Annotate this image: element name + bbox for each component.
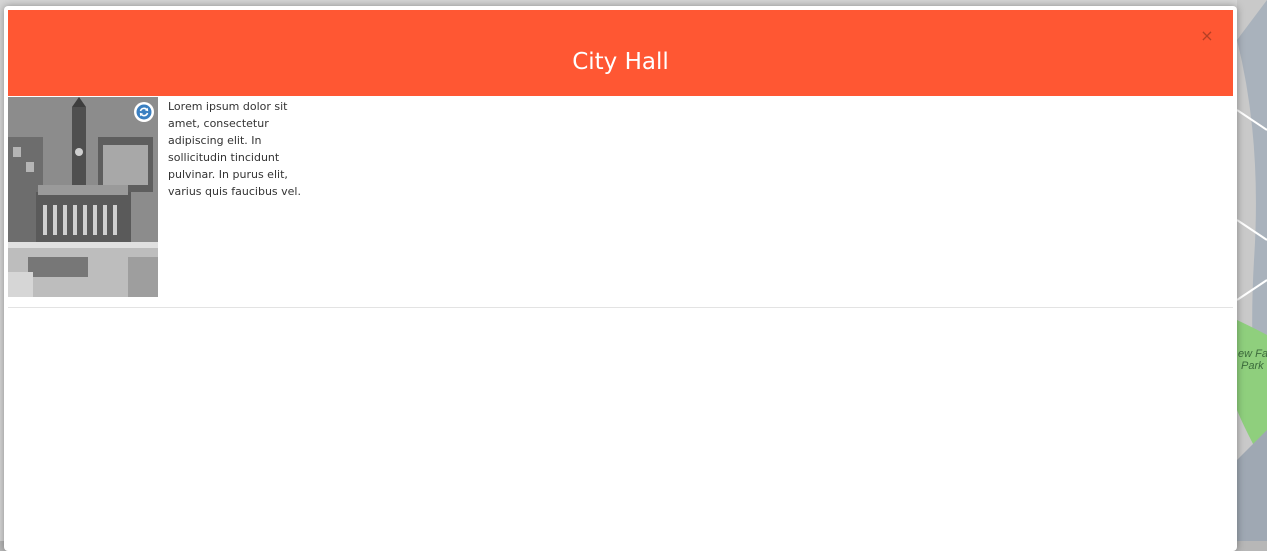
place-description: Lorem ipsum dolor sit amet, consectetur … [168,100,301,198]
modal-divider [8,307,1233,308]
modal-body: Lorem ipsum dolor sit amet, consectetur … [8,97,1233,307]
refresh-icon [136,104,152,120]
map-label-park: Park [1241,360,1264,372]
refresh-photo-button[interactable] [134,102,154,122]
photo-illustration [8,97,158,297]
modal-title: City Hall [572,49,669,75]
map-label-park-name: ew Fa [1238,348,1267,360]
city-hall-photo [8,97,158,297]
modal-header: City Hall × [8,10,1233,96]
place-modal: City Hall × Lorem ipsum dolor sit amet, … [4,6,1237,551]
close-button[interactable]: × [1199,28,1215,44]
